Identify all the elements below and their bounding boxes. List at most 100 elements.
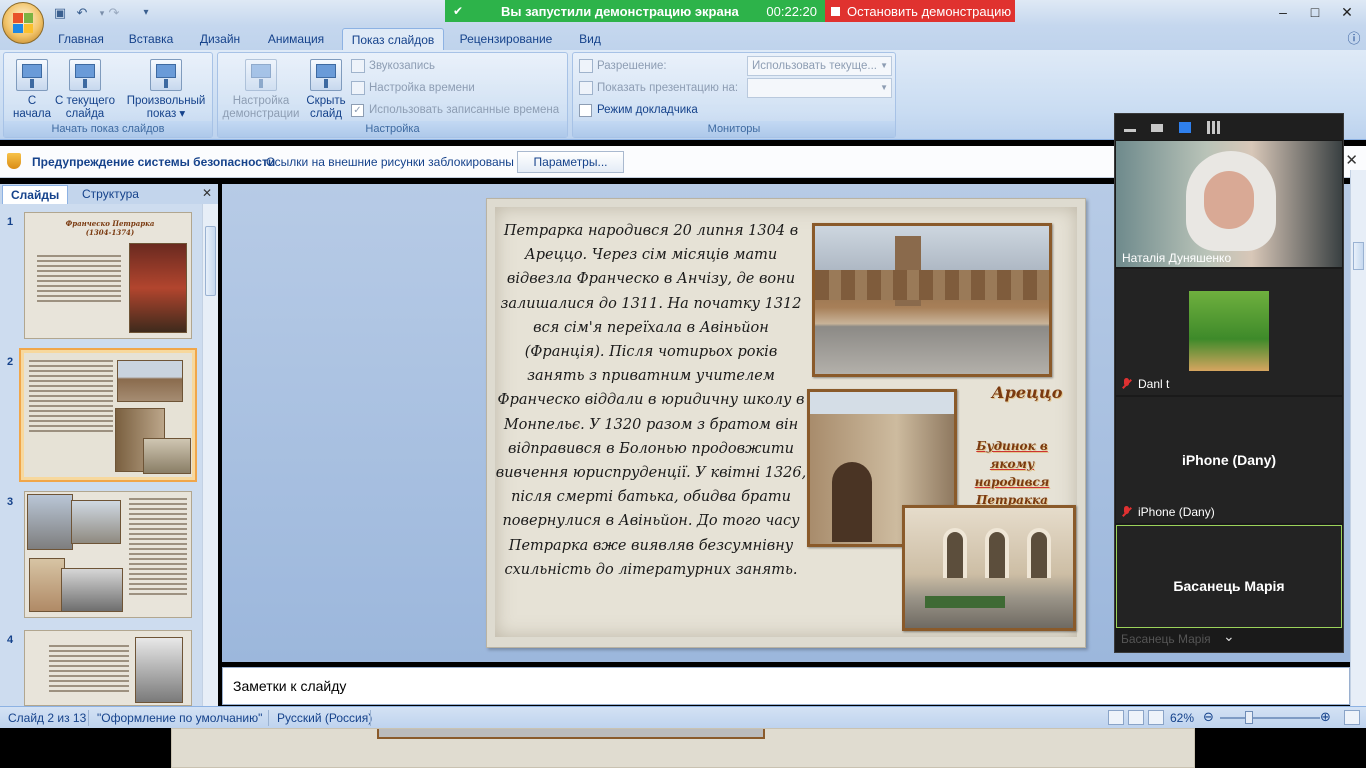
record-narration-button[interactable]: Звукозапись xyxy=(351,57,435,75)
fit-to-window-icon[interactable] xyxy=(1344,710,1360,725)
slide-thumbnail-3[interactable] xyxy=(24,491,192,618)
show-on-label-row: Показать презентацию на: xyxy=(579,79,738,97)
slide-counter: Слайд 2 из 13 xyxy=(8,711,87,725)
chevron-down-icon: ▼ xyxy=(880,61,888,70)
minimize-button[interactable]: – xyxy=(1273,3,1293,21)
hide-slide-button[interactable]: Скрыть слайд xyxy=(304,59,348,121)
slides-pane: Слайды Структура ✕ 1 Франческо Петрарка … xyxy=(0,184,218,706)
from-beginning-button[interactable]: С начала xyxy=(10,59,54,121)
record-narration-label: Звукозапись xyxy=(369,60,436,72)
stop-share-button[interactable]: Остановить демонстрацию xyxy=(825,0,1015,22)
from-current-button[interactable]: С текущего слайда xyxy=(52,59,118,121)
slide-body-text[interactable]: Петрарка народився 20 липня 1304 в Арецц… xyxy=(495,219,807,582)
scrollbar-thumb[interactable] xyxy=(205,226,216,296)
show-on-dropdown[interactable]: ▼ xyxy=(747,78,892,98)
thumb-text-lines xyxy=(49,645,129,695)
slides-scrollbar[interactable] xyxy=(202,204,218,706)
tab-view[interactable]: Вид xyxy=(570,28,610,50)
thumb-portrait xyxy=(135,637,183,703)
thumb-photo xyxy=(71,500,121,544)
caption-arezzo: Ареццо xyxy=(991,383,1063,402)
resolution-label: Разрешение: xyxy=(597,60,667,72)
arezzo-square-photo xyxy=(812,223,1052,377)
current-slide[interactable]: Петрарка народився 20 липня 1304 в Арецц… xyxy=(486,198,1086,648)
participant-big-name: iPhone (Dany) xyxy=(1181,452,1277,468)
tab-insert[interactable]: Вставка xyxy=(120,28,182,50)
checkbox-checked-icon: ✓ xyxy=(351,103,364,117)
zoom-out-icon[interactable]: ⊖ xyxy=(1203,709,1214,725)
screen-share-banner: ✔ Вы запустили демонстрацию экрана 00:22… xyxy=(445,0,1015,22)
thumb-number: 1 xyxy=(7,216,14,228)
notes-pane[interactable]: Заметки к слайду xyxy=(222,667,1350,705)
zoom-slider[interactable] xyxy=(1220,717,1320,719)
zoom-in-icon[interactable]: ⊕ xyxy=(1320,709,1331,725)
save-icon[interactable]: ▣ xyxy=(52,5,68,21)
minimize-video-icon[interactable] xyxy=(1124,129,1136,132)
maximize-button[interactable]: □ xyxy=(1305,3,1325,21)
redo-icon[interactable]: ↷ xyxy=(106,5,122,21)
tab-review[interactable]: Рецензирование xyxy=(452,28,560,50)
custom-show-label-2: показ ▾ xyxy=(146,108,186,120)
ribbon-tabs: Главная Вставка Дизайн Анимация Показ сл… xyxy=(0,26,1366,50)
resolution-dropdown[interactable]: Использовать текуще... ▼ xyxy=(747,56,892,76)
pane-tabs: Слайды Структура ✕ xyxy=(0,184,218,204)
tab-slides[interactable]: Слайды xyxy=(2,185,69,204)
setup-show-label-1: Настройка xyxy=(232,95,290,107)
video-tile-4[interactable]: Басанець Марія xyxy=(1116,525,1342,628)
thumb-photo xyxy=(117,360,183,402)
security-title: Предупреждение системы безопасности xyxy=(32,155,276,169)
scrollbar-thumb[interactable] xyxy=(1353,242,1364,270)
help-icon[interactable]: ⓘ xyxy=(1344,28,1364,50)
options-button[interactable]: Параметры... xyxy=(517,151,624,173)
tab-design[interactable]: Дизайн xyxy=(190,28,250,50)
show-on-label: Показать презентацию на: xyxy=(597,82,739,94)
slide-thumbnail-1[interactable]: Франческо Петрарка (1304-1374) xyxy=(24,212,192,339)
slide-thumbnail-4[interactable] xyxy=(24,630,192,706)
thumb-portrait xyxy=(29,558,65,612)
slide-sorter-icon[interactable] xyxy=(1128,710,1144,725)
from-beginning-label-1: С xyxy=(27,95,37,107)
presenter-view-checkbox[interactable]: Режим докладчика xyxy=(579,101,698,119)
close-pane-icon[interactable]: ✕ xyxy=(202,186,212,200)
speaker-view-icon[interactable] xyxy=(1151,124,1163,132)
normal-view-icon[interactable] xyxy=(1108,710,1124,725)
close-button[interactable]: ✕ xyxy=(1337,3,1357,21)
office-button[interactable] xyxy=(2,2,44,44)
gallery-view-icon[interactable] xyxy=(1207,121,1220,134)
close-icon[interactable]: ✕ xyxy=(1345,151,1358,169)
custom-show-label-1: Произвольный xyxy=(126,95,206,107)
theme-name[interactable]: "Оформление по умолчанию" xyxy=(97,711,262,725)
notes-placeholder: Заметки к слайду xyxy=(233,678,347,694)
setup-show-button[interactable]: Настройка демонстрации xyxy=(222,59,300,121)
use-timings-checkbox[interactable]: ✓ Использовать записанные времена xyxy=(351,101,559,119)
underlying-slide-preview xyxy=(0,728,1366,768)
video-tile-1[interactable]: Наталія Дуняшенко xyxy=(1116,141,1342,267)
tab-outline[interactable]: Структура xyxy=(74,185,147,204)
video-tile-2[interactable]: Danl t xyxy=(1116,269,1342,395)
video-tile-3[interactable]: iPhone (Dany) iPhone (Dany) xyxy=(1116,397,1342,523)
clock-icon xyxy=(351,81,365,95)
tab-home[interactable]: Главная xyxy=(50,28,112,50)
slideshow-view-icon[interactable] xyxy=(1148,710,1164,725)
share-message: Вы запустили демонстрацию экрана xyxy=(501,3,739,19)
strip-view-icon[interactable] xyxy=(1179,122,1191,133)
zoom-slider-thumb[interactable] xyxy=(1245,711,1253,724)
setup-show-icon xyxy=(245,59,277,91)
chevron-down-icon[interactable]: ⌄ xyxy=(1223,628,1235,645)
mic-muted-icon xyxy=(1122,506,1132,518)
status-separator xyxy=(370,710,371,726)
tab-animation[interactable]: Анимация xyxy=(258,28,334,50)
tab-slideshow[interactable]: Показ слайдов xyxy=(342,28,444,50)
qat-more-icon[interactable]: ▾ xyxy=(138,5,154,21)
language[interactable]: Русский (Россия) xyxy=(277,711,372,725)
custom-show-button[interactable]: Произвольный показ ▾ xyxy=(124,59,208,121)
rehearse-timings-button[interactable]: Настройка времени xyxy=(351,79,475,97)
zoom-level[interactable]: 62% xyxy=(1170,711,1194,725)
slide-scrollbar[interactable] xyxy=(1350,170,1366,706)
hide-slide-label-1: Скрыть xyxy=(306,95,346,107)
resolution-label-row: Разрешение: xyxy=(579,57,667,75)
slide-thumbnail-2[interactable] xyxy=(19,348,197,482)
undo-icon[interactable]: ↶ xyxy=(74,5,90,21)
group-start-slideshow: С начала С текущего слайда Произвольный … xyxy=(3,52,213,138)
background-slide xyxy=(171,728,1195,768)
